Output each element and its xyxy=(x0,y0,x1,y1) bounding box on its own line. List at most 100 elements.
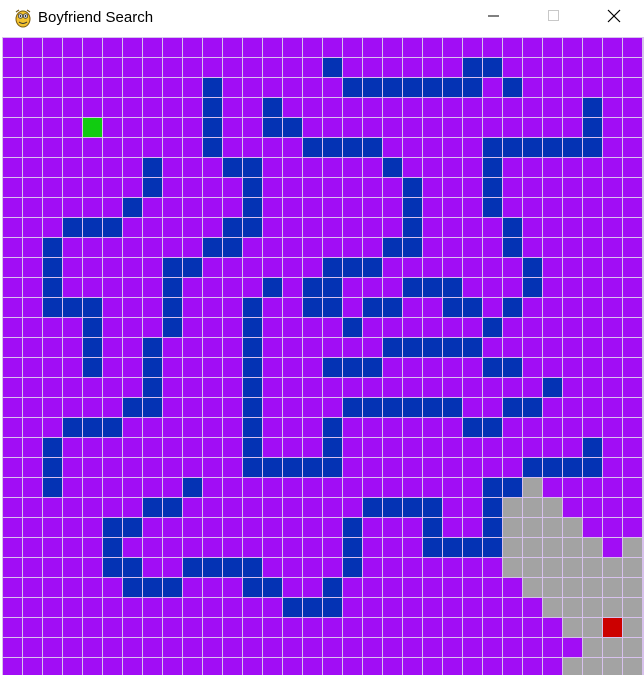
maximize-button[interactable] xyxy=(524,0,584,36)
wall-cell[interactable] xyxy=(363,298,382,317)
grid-cell[interactable] xyxy=(123,538,142,557)
grid-cell[interactable] xyxy=(523,438,542,457)
grid-cell[interactable] xyxy=(203,198,222,217)
grid-cell[interactable] xyxy=(223,138,242,157)
grid-cell[interactable] xyxy=(543,418,562,437)
grid-cell[interactable] xyxy=(443,618,462,637)
grid-cell[interactable] xyxy=(243,658,262,675)
grid-cell[interactable] xyxy=(183,98,202,117)
grid-cell[interactable] xyxy=(83,78,102,97)
grid-cell[interactable] xyxy=(163,218,182,237)
grid-cell[interactable] xyxy=(243,98,262,117)
grid-cell[interactable] xyxy=(323,318,342,337)
grid-cell[interactable] xyxy=(343,218,362,237)
explored-cell[interactable] xyxy=(543,598,562,617)
grid-cell[interactable] xyxy=(63,538,82,557)
grid-cell[interactable] xyxy=(283,218,302,237)
wall-cell[interactable] xyxy=(443,78,462,97)
grid-cell[interactable] xyxy=(363,198,382,217)
grid-cell[interactable] xyxy=(523,178,542,197)
explored-cell[interactable] xyxy=(523,578,542,597)
wall-cell[interactable] xyxy=(523,278,542,297)
grid-cell[interactable] xyxy=(143,238,162,257)
grid-cell[interactable] xyxy=(123,378,142,397)
grid-cell[interactable] xyxy=(3,78,22,97)
wall-cell[interactable] xyxy=(263,98,282,117)
grid-cell[interactable] xyxy=(163,378,182,397)
grid-cell[interactable] xyxy=(283,658,302,675)
grid-cell[interactable] xyxy=(263,558,282,577)
grid-cell[interactable] xyxy=(603,358,622,377)
wall-cell[interactable] xyxy=(483,138,502,157)
grid-cell[interactable] xyxy=(403,58,422,77)
grid-cell[interactable] xyxy=(223,358,242,377)
wall-cell[interactable] xyxy=(463,538,482,557)
grid-cell[interactable] xyxy=(143,518,162,537)
grid-cell[interactable] xyxy=(83,518,102,537)
wall-cell[interactable] xyxy=(483,318,502,337)
wall-cell[interactable] xyxy=(243,438,262,457)
wall-cell[interactable] xyxy=(323,278,342,297)
grid-cell[interactable] xyxy=(263,418,282,437)
grid-cell[interactable] xyxy=(423,618,442,637)
wall-cell[interactable] xyxy=(163,278,182,297)
grid-cell[interactable] xyxy=(143,598,162,617)
grid-cell[interactable] xyxy=(23,138,42,157)
grid-cell[interactable] xyxy=(363,658,382,675)
grid-cell[interactable] xyxy=(83,178,102,197)
grid-cell[interactable] xyxy=(3,638,22,657)
grid-cell[interactable] xyxy=(383,378,402,397)
grid-cell[interactable] xyxy=(263,598,282,617)
grid-cell[interactable] xyxy=(263,658,282,675)
grid-cell[interactable] xyxy=(23,158,42,177)
grid-cell[interactable] xyxy=(403,358,422,377)
grid-cell[interactable] xyxy=(303,318,322,337)
grid-cell[interactable] xyxy=(223,418,242,437)
grid-cell[interactable] xyxy=(603,238,622,257)
grid-cell[interactable] xyxy=(103,78,122,97)
wall-cell[interactable] xyxy=(463,298,482,317)
grid-cell[interactable] xyxy=(403,478,422,497)
explored-cell[interactable] xyxy=(583,598,602,617)
grid-cell[interactable] xyxy=(463,458,482,477)
grid-cell[interactable] xyxy=(123,658,142,675)
wall-cell[interactable] xyxy=(503,478,522,497)
grid-cell[interactable] xyxy=(183,338,202,357)
grid-cell[interactable] xyxy=(263,638,282,657)
grid-cell[interactable] xyxy=(383,618,402,637)
grid-cell[interactable] xyxy=(603,258,622,277)
wall-cell[interactable] xyxy=(483,518,502,537)
grid-cell[interactable] xyxy=(243,258,262,277)
grid-cell[interactable] xyxy=(423,298,442,317)
grid-cell[interactable] xyxy=(183,638,202,657)
grid-cell[interactable] xyxy=(223,658,242,675)
grid-cell[interactable] xyxy=(103,298,122,317)
grid-cell[interactable] xyxy=(443,98,462,117)
wall-cell[interactable] xyxy=(583,98,602,117)
grid-cell[interactable] xyxy=(343,418,362,437)
grid-cell[interactable] xyxy=(283,378,302,397)
grid-cell[interactable] xyxy=(263,338,282,357)
wall-cell[interactable] xyxy=(303,138,322,157)
grid-cell[interactable] xyxy=(543,198,562,217)
grid-cell[interactable] xyxy=(363,58,382,77)
grid-cell[interactable] xyxy=(283,78,302,97)
grid-cell[interactable] xyxy=(423,558,442,577)
wall-cell[interactable] xyxy=(243,558,262,577)
grid-cell[interactable] xyxy=(603,498,622,517)
grid-cell[interactable] xyxy=(443,158,462,177)
grid-cell[interactable] xyxy=(443,438,462,457)
grid-cell[interactable] xyxy=(43,178,62,197)
grid-cell[interactable] xyxy=(223,518,242,537)
grid-cell[interactable] xyxy=(323,658,342,675)
wall-cell[interactable] xyxy=(423,278,442,297)
grid-cell[interactable] xyxy=(23,418,42,437)
grid-cell[interactable] xyxy=(223,338,242,357)
grid-cell[interactable] xyxy=(103,338,122,357)
grid-cell[interactable] xyxy=(263,538,282,557)
wall-cell[interactable] xyxy=(143,578,162,597)
grid-cell[interactable] xyxy=(563,398,582,417)
wall-cell[interactable] xyxy=(483,58,502,77)
grid-cell[interactable] xyxy=(103,618,122,637)
grid-cell[interactable] xyxy=(483,638,502,657)
